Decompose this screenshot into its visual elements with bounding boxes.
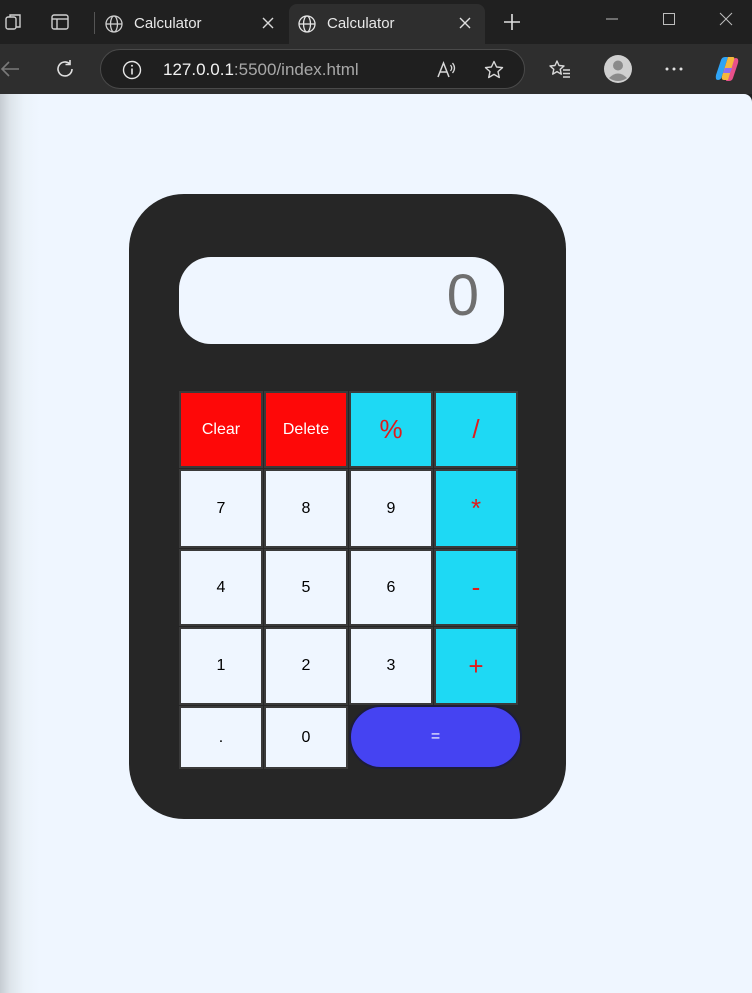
info-icon[interactable] (121, 59, 143, 81)
profile-icon[interactable] (602, 54, 634, 84)
subtract-button[interactable]: - (434, 549, 518, 626)
equals-button[interactable]: = (349, 705, 522, 769)
tab-title: Calculator (327, 15, 395, 32)
delete-button[interactable]: Delete (264, 391, 348, 468)
clear-button[interactable]: Clear (179, 391, 263, 468)
calculator: 0 Clear Delete % / 7 8 9 * 4 5 6 - 1 2 3… (129, 194, 566, 819)
one-button[interactable]: 1 (179, 627, 263, 705)
close-window-icon[interactable] (706, 6, 746, 32)
viewport-edge-shadow (0, 94, 40, 993)
tab-strip: Calculator Calculator (0, 0, 752, 44)
minimize-icon[interactable] (592, 6, 632, 32)
tab-calculator-inactive[interactable]: Calculator (96, 4, 288, 44)
url-host: 127.0.0.1 (163, 60, 234, 79)
workspaces-icon[interactable] (0, 8, 28, 36)
four-button[interactable]: 4 (179, 549, 263, 626)
copilot-icon[interactable] (711, 54, 743, 84)
tab-calculator-active[interactable]: Calculator (289, 4, 485, 44)
six-button[interactable]: 6 (349, 549, 433, 626)
globe-icon (104, 14, 124, 34)
seven-button[interactable]: 7 (179, 469, 263, 548)
two-button[interactable]: 2 (264, 627, 348, 705)
display-value: 0 (446, 263, 479, 328)
add-button[interactable]: + (434, 627, 518, 705)
divide-button[interactable]: / (434, 391, 518, 468)
back-icon[interactable] (0, 54, 26, 84)
tab-title: Calculator (134, 15, 202, 32)
read-aloud-icon[interactable] (434, 58, 458, 82)
more-icon[interactable] (658, 54, 690, 84)
new-tab-icon[interactable] (498, 9, 526, 35)
percent-button[interactable]: % (349, 391, 433, 468)
add-favorite-icon[interactable] (482, 58, 506, 82)
close-tab-icon[interactable] (258, 13, 278, 33)
three-button[interactable]: 3 (349, 627, 433, 705)
globe-icon (297, 14, 317, 34)
address-bar[interactable]: 127.0.0.1:5500/index.html (100, 49, 525, 89)
maximize-icon[interactable] (649, 6, 689, 32)
tab-separator (94, 12, 95, 34)
five-button[interactable]: 5 (264, 549, 348, 626)
close-tab-icon[interactable] (455, 13, 475, 33)
calculator-display: 0 (179, 257, 504, 344)
page-viewport: 0 Clear Delete % / 7 8 9 * 4 5 6 - 1 2 3… (0, 94, 752, 993)
refresh-icon[interactable] (49, 54, 81, 84)
tab-actions-icon[interactable] (46, 8, 74, 36)
url-path: :5500/index.html (233, 60, 359, 79)
nine-button[interactable]: 9 (349, 469, 433, 548)
multiply-button[interactable]: * (434, 469, 518, 548)
zero-button[interactable]: 0 (264, 706, 348, 769)
url-text[interactable]: 127.0.0.1:5500/index.html (163, 60, 359, 80)
eight-button[interactable]: 8 (264, 469, 348, 548)
decimal-button[interactable]: . (179, 706, 263, 769)
favorites-icon[interactable] (544, 54, 576, 84)
browser-toolbar: 127.0.0.1:5500/index.html (0, 44, 752, 94)
